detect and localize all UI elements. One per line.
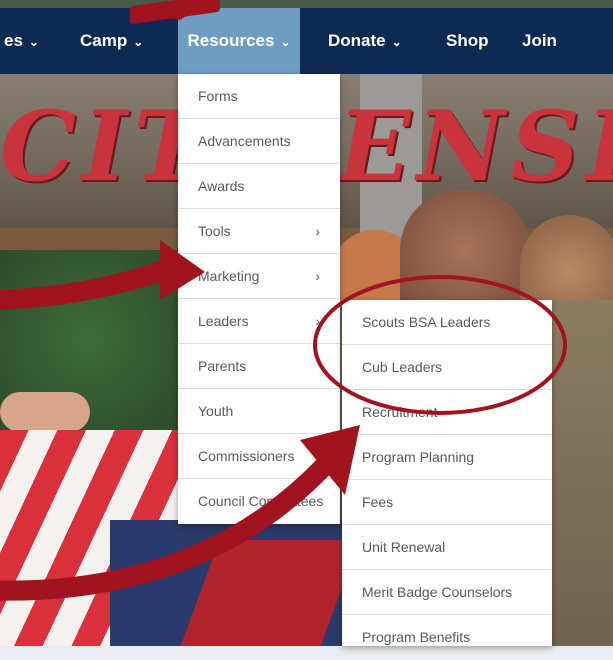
submenu-item-recruitment[interactable]: Recruitment xyxy=(342,390,552,435)
submenu-item-label: Recruitment xyxy=(362,404,438,420)
menu-item-marketing[interactable]: Marketing › xyxy=(178,254,340,299)
nav-item-es[interactable]: es ⌄ xyxy=(0,8,64,74)
submenu-item-cub-leaders[interactable]: Cub Leaders xyxy=(342,345,552,390)
main-nav-bar: es ⌄ Camp ⌄ Resources ⌄ Donate ⌄ Shop Join xyxy=(0,8,613,74)
chevron-right-icon: › xyxy=(315,313,320,329)
submenu-item-label: Program Planning xyxy=(362,449,475,465)
submenu-item-label: Merit Badge Counselors xyxy=(362,584,513,600)
submenu-item-merit-badge-counselors[interactable]: Merit Badge Counselors xyxy=(342,570,552,615)
resources-dropdown-menu: Forms Advancements Awards Tools › Marketi… xyxy=(178,74,340,524)
submenu-item-label: Unit Renewal xyxy=(362,539,446,555)
menu-item-council-committees[interactable]: Council Committees xyxy=(178,479,340,524)
submenu-item-label: Fees xyxy=(362,494,394,510)
submenu-item-label: Program Benefits xyxy=(362,629,471,645)
nav-label: Camp xyxy=(80,31,128,50)
menu-item-label: Forms xyxy=(198,88,238,104)
submenu-item-fees[interactable]: Fees xyxy=(342,480,552,525)
nav-label: Join xyxy=(522,31,557,50)
chevron-right-icon: › xyxy=(315,223,320,239)
nav-item-join[interactable]: Join xyxy=(522,8,572,74)
menu-item-tools[interactable]: Tools › xyxy=(178,209,340,254)
nav-item-shop[interactable]: Shop xyxy=(446,8,496,74)
submenu-item-unit-renewal[interactable]: Unit Renewal xyxy=(342,525,552,570)
menu-item-label: Awards xyxy=(198,178,245,194)
hero-scout-uniform xyxy=(545,300,613,646)
menu-item-label: Tools xyxy=(198,223,231,239)
chevron-down-icon: ⌄ xyxy=(391,35,402,49)
menu-item-commissioners[interactable]: Commissioners xyxy=(178,434,340,479)
submenu-item-program-planning[interactable]: Program Planning xyxy=(342,435,552,480)
menu-item-label: Leaders xyxy=(198,313,249,329)
menu-item-label: Commissioners xyxy=(198,448,295,464)
menu-item-parents[interactable]: Parents xyxy=(178,344,340,389)
menu-item-forms[interactable]: Forms xyxy=(178,74,340,119)
nav-item-donate[interactable]: Donate ⌄ xyxy=(328,8,418,74)
menu-item-leaders[interactable]: Leaders › xyxy=(178,299,340,344)
menu-item-awards[interactable]: Awards xyxy=(178,164,340,209)
chevron-right-icon: › xyxy=(315,268,320,284)
leaders-submenu: Scouts BSA Leaders Cub Leaders Recruitme… xyxy=(342,300,552,646)
menu-item-youth[interactable]: Youth xyxy=(178,389,340,434)
hero-hands xyxy=(0,392,90,432)
menu-item-label: Parents xyxy=(198,358,247,374)
chevron-down-icon: ⌄ xyxy=(28,35,39,49)
submenu-item-label: Scouts BSA Leaders xyxy=(362,314,491,330)
nav-label: Resources xyxy=(187,31,275,50)
nav-label: Shop xyxy=(446,31,489,50)
nav-label: Donate xyxy=(328,31,386,50)
menu-item-label: Council Committees xyxy=(198,493,324,509)
submenu-item-label: Cub Leaders xyxy=(362,359,443,375)
menu-item-advancements[interactable]: Advancements xyxy=(178,119,340,164)
menu-item-label: Youth xyxy=(198,403,234,419)
menu-item-label: Marketing xyxy=(198,268,260,284)
nav-label: es xyxy=(4,31,23,50)
menu-item-label: Advancements xyxy=(198,133,291,149)
submenu-item-scouts-bsa-leaders[interactable]: Scouts BSA Leaders xyxy=(342,300,552,345)
nav-item-resources[interactable]: Resources ⌄ xyxy=(178,8,300,74)
submenu-item-program-benefits[interactable]: Program Benefits xyxy=(342,615,552,660)
chevron-down-icon: ⌄ xyxy=(133,35,144,49)
chevron-down-icon: ⌄ xyxy=(280,35,291,49)
